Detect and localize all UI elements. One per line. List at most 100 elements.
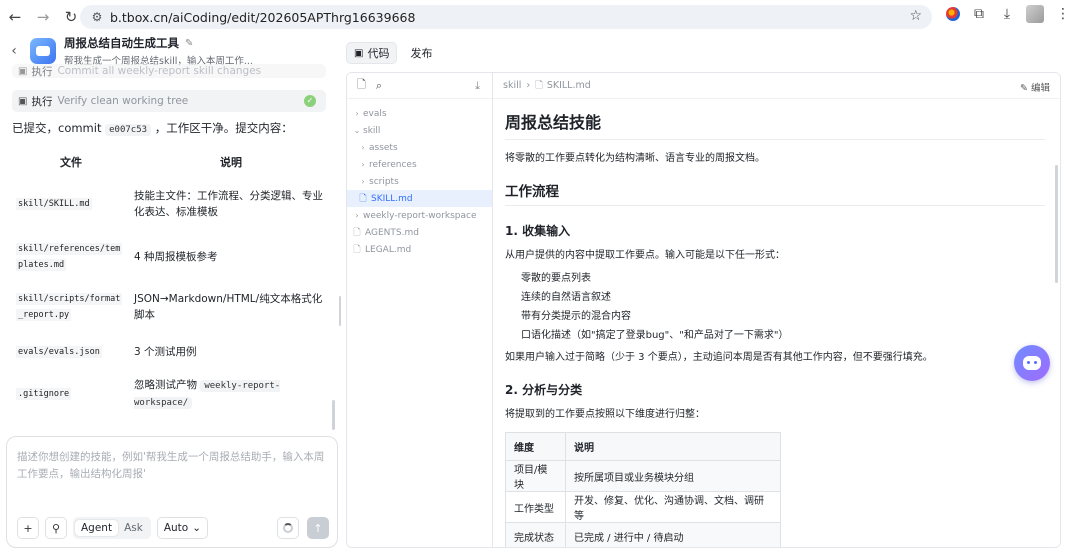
doc-breadcrumb: skill › 🗋 SKILL.md ✎ 编辑 <box>493 73 1060 99</box>
file-icon: 🗋 <box>353 244 361 255</box>
bookmark-star-icon[interactable]: ☆ <box>909 8 922 24</box>
list-item: 连续的自然语言叙述 <box>521 292 611 303</box>
tree-items: › evals ⌄ skill › assets › references › scripts 🗋 S… <box>347 105 492 258</box>
new-file-icon[interactable]: 🗋 <box>357 76 366 95</box>
check-icon: ✓ <box>304 95 316 107</box>
commit-suffix: ，工作区干净。提交内容： <box>154 121 293 135</box>
tree-item[interactable]: 🗋 LEGAL.md <box>347 241 492 258</box>
tab-label: 代码 <box>367 47 390 60</box>
doc-title: 周报总结技能 <box>505 109 1045 140</box>
doc-scrollbar[interactable] <box>1055 165 1058 283</box>
file-name: skill/references/tem <box>16 243 123 255</box>
file-icon: 🗋 <box>535 79 543 91</box>
back-button[interactable]: ‹ <box>2 43 26 59</box>
tree-item[interactable]: › scripts <box>347 173 492 190</box>
menu-icon[interactable]: ⋮ <box>1054 6 1072 22</box>
desc-cell: 3 个测试用例 <box>134 346 197 358</box>
commit-message: 已提交，commit e007c53 ，工作区干净。提交内容： <box>12 120 293 136</box>
markdown-preview: skill › 🗋 SKILL.md ✎ 编辑 周报总结技能 将零散的工作要点转… <box>493 73 1060 547</box>
step-desc: Commit all weekly-report skill changes <box>57 65 262 77</box>
table-header-file: 文件 <box>60 156 82 169</box>
tree-item[interactable]: › assets <box>347 139 492 156</box>
dimension-table: 维度 说明 项目/模块 按所属项目或业务模块分组 工作类型 开发、修复、优化、沟… <box>505 432 781 547</box>
mode-ask[interactable]: Ask <box>118 520 149 536</box>
url-host: b.tbox.cn <box>110 9 169 25</box>
chevron-right-icon: › <box>361 177 365 186</box>
browser-toolbar: ← → ↻ ⚙ b.tbox.cn/aiCoding/edit/202605AP… <box>0 0 1080 34</box>
chevron-right-icon: › <box>361 143 365 152</box>
table-row: skill/SKILL.md 技能主文件：工作流程、分类逻辑、专业化表达、标准模… <box>12 176 332 232</box>
collect-list: 零散的要点列表 连续的自然语言叙述 带有分类提示的混合内容 口语化描述（如"搞定… <box>505 269 1045 345</box>
chevron-right-icon: › <box>355 211 359 220</box>
desc-cell: 按所属项目或业务模块分组 <box>565 460 781 492</box>
add-button[interactable]: + <box>17 517 39 539</box>
app-title-text: 周报总结自动生成工具 <box>64 36 179 50</box>
commit-hash: e007c53 <box>105 124 152 136</box>
dim-cell: 项目/模块 <box>505 460 566 492</box>
edit-icon[interactable]: ✎ <box>185 38 193 49</box>
workspace-tabs: ▣ 代码 发布 <box>346 42 439 64</box>
dim-cell: 完成状态 <box>505 522 566 547</box>
code-icon: ▣ <box>354 47 364 59</box>
site-settings-icon[interactable]: ⚙ <box>84 10 110 24</box>
loading-spinner-icon[interactable] <box>277 517 299 539</box>
tree-item-label: AGENTS.md <box>365 227 419 238</box>
profile-avatar[interactable] <box>1026 5 1044 23</box>
file-cell: skill/SKILL.md <box>12 176 130 232</box>
tree-item[interactable]: › evals <box>347 105 492 122</box>
edit-button[interactable]: ✎ 编辑 <box>1020 80 1050 94</box>
address-bar[interactable]: ⚙ b.tbox.cn/aiCoding/edit/202605APThrg16… <box>80 5 932 29</box>
search-icon[interactable]: ⌕ <box>376 79 382 93</box>
doc-body: 周报总结技能 将零散的工作要点转化为结构清晰、语言专业的周报文档。 工作流程 1… <box>505 99 1045 547</box>
desc-cell: 开发、修复、优化、沟通协调、文档、调研等 <box>565 491 781 523</box>
step-keyword: 执行 <box>31 65 53 78</box>
model-value: Auto <box>163 522 189 534</box>
desc-cell: 4 种周报模板参考 <box>134 251 218 263</box>
forward-icon[interactable]: → <box>30 4 56 30</box>
extensions-icon[interactable]: ⧉ <box>970 6 988 22</box>
assistant-bot-icon[interactable] <box>1014 345 1050 381</box>
tree-item-label: scripts <box>369 176 399 187</box>
browser-actions: ⧉ ⤓ ⋮ <box>946 5 1072 23</box>
workspace-panel: ▣ 代码 发布 🗋 ⌕ ⤓ › evals ⌄ skill › assets › refere… <box>342 34 1080 553</box>
tree-item[interactable]: ⌄ skill <box>347 122 492 139</box>
tree-item[interactable]: › weekly-report-workspace <box>347 207 492 224</box>
step-keyword: 执行 <box>31 95 53 108</box>
mode-agent[interactable]: Agent <box>75 520 119 536</box>
tree-item[interactable]: 🗋 SKILL.md <box>347 190 492 207</box>
table-row: 完成状态 已完成 / 进行中 / 待启动 <box>505 522 781 547</box>
table-row: evals/evals.json 3 个测试用例 <box>12 332 332 372</box>
download-icon[interactable]: ⤓ <box>475 79 480 93</box>
file-name: .gitignore <box>16 388 72 400</box>
file-name: skill/SKILL.md <box>16 198 92 210</box>
download-icon[interactable]: ⤓ <box>998 6 1016 22</box>
list-item: 带有分类提示的混合内容 <box>521 311 631 322</box>
chevron-down-icon: ⌄ <box>192 522 202 534</box>
edit-label: 编辑 <box>1030 83 1050 94</box>
breadcrumb-file: SKILL.md <box>546 80 591 91</box>
breadcrumb-folder[interactable]: skill <box>503 80 521 91</box>
tree-item[interactable]: › references <box>347 156 492 173</box>
chat-scrollbar[interactable] <box>332 400 335 430</box>
commit-prefix: 已提交，commit <box>12 121 102 135</box>
send-button[interactable]: ↑ <box>307 517 329 539</box>
tree-item[interactable]: 🗋 AGENTS.md <box>347 224 492 241</box>
desc-cell: 技能主文件：工作流程、分类逻辑、专业化表达、标准模板 <box>134 190 323 218</box>
back-icon[interactable]: ← <box>2 4 28 30</box>
chat-panel: ‹ 周报总结自动生成工具 ✎ 帮我生成一个周报总结skill，输入本周工作...… <box>0 34 342 553</box>
chrome-extension-icon[interactable] <box>946 7 960 21</box>
desc-header: 说明 <box>565 432 781 461</box>
file-name-cont: plates.md <box>16 259 67 271</box>
file-tree: 🗋 ⌕ ⤓ › evals ⌄ skill › assets › references › scr… <box>347 73 493 547</box>
mention-icon[interactable]: ⚲ <box>45 517 67 539</box>
panel-divider[interactable] <box>339 296 341 326</box>
tree-item-label: references <box>369 159 417 170</box>
step-verify[interactable]: ▣ 执行 Verify clean working tree ✓ <box>12 90 326 112</box>
desc-cell: JSON→Markdown/HTML/纯文本格式化脚本 <box>134 293 323 321</box>
mode-switch[interactable]: Agent Ask <box>73 517 151 539</box>
tab-code[interactable]: ▣ 代码 <box>346 42 398 64</box>
tab-publish[interactable]: 发布 <box>403 42 439 64</box>
model-select[interactable]: Auto ⌄ <box>156 517 209 539</box>
chat-composer[interactable]: 描述你想创建的技能，例如'帮我生成一个周报总结助手，输入本周工作要点，输出结构化… <box>6 436 338 548</box>
composer-placeholder[interactable]: 描述你想创建的技能，例如'帮我生成一个周报总结助手，输入本周工作要点，输出结构化… <box>17 449 329 483</box>
